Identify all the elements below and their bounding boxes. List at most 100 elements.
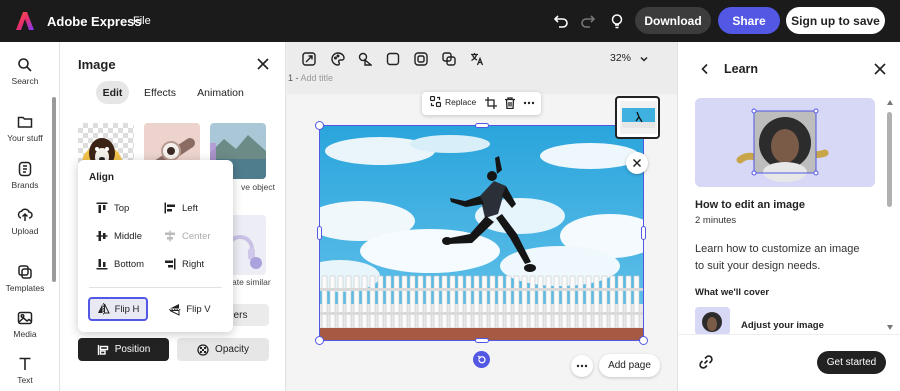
resize-handle-right[interactable]	[641, 226, 646, 240]
replace-label: Replace	[445, 96, 477, 107]
resize-handle-bottom[interactable]	[475, 338, 489, 343]
flip-vertical-icon	[169, 303, 182, 316]
align-middle-button[interactable]: Middle	[96, 228, 142, 244]
resize-icon[interactable]	[301, 51, 317, 67]
text-icon	[19, 357, 31, 370]
more-options-icon[interactable]	[571, 355, 593, 377]
lesson-hero-image	[695, 98, 875, 187]
lesson-description: Learn how to customize an image to suit …	[695, 243, 860, 272]
lightbulb-icon[interactable]	[607, 11, 627, 31]
align-top-icon	[96, 202, 108, 213]
close-icon[interactable]	[255, 56, 271, 72]
add-page-button[interactable]: Add page	[599, 354, 660, 377]
rail-item-upload[interactable]: Upload	[0, 207, 50, 236]
search-icon	[18, 58, 32, 72]
scroll-down-icon[interactable]	[887, 325, 893, 330]
align-right-icon	[165, 258, 176, 270]
link-icon[interactable]	[698, 354, 714, 370]
file-menu[interactable]: File	[133, 15, 151, 27]
align-center-button[interactable]: Center	[164, 228, 211, 244]
redo-icon[interactable]	[578, 11, 598, 31]
rail-item-text[interactable]: Text	[0, 356, 50, 385]
download-button[interactable]: Download	[635, 7, 711, 34]
adobe-express-logo[interactable]	[15, 11, 35, 31]
rail-label: Your stuff	[7, 133, 43, 143]
rail-label: Upload	[11, 226, 39, 236]
shapes-icon[interactable]	[357, 51, 373, 67]
learn-footer: Get started	[678, 334, 900, 391]
align-center-label: Center	[182, 230, 211, 242]
align-center-icon	[165, 230, 175, 242]
align-left-button[interactable]: Left	[164, 200, 198, 216]
media-icon	[17, 311, 33, 325]
align-right-button[interactable]: Right	[164, 256, 204, 272]
align-top-button[interactable]: Top	[96, 200, 129, 216]
thumb-label: ate similar	[232, 277, 271, 287]
lesson-title: How to edit an image	[695, 199, 806, 211]
page-thumbnail[interactable]	[615, 96, 660, 139]
more-options-icon[interactable]	[523, 97, 535, 112]
rail-item-templates[interactable]: Templates	[0, 264, 50, 293]
rail-item-search[interactable]: Search	[0, 57, 50, 86]
align-left-icon	[164, 202, 175, 214]
opacity-button[interactable]: Opacity	[177, 338, 269, 361]
align-title: Align	[89, 172, 114, 183]
resize-handle-top[interactable]	[475, 123, 489, 128]
translate-icon[interactable]	[469, 51, 485, 67]
chevron-left-icon[interactable]	[698, 62, 712, 76]
get-started-button[interactable]: Get started	[817, 351, 886, 374]
flip-h-label: Flip H	[114, 303, 140, 315]
rail-label: Templates	[5, 283, 45, 293]
templates-icon	[18, 265, 32, 279]
tab-animation[interactable]: Animation	[193, 81, 248, 104]
replace-button[interactable]: Replace	[430, 96, 476, 107]
square-icon[interactable]	[385, 51, 401, 67]
learn-title: Learn	[724, 62, 759, 76]
rotate-handle[interactable]	[473, 351, 490, 368]
align-top-label: Top	[114, 202, 130, 214]
rail-item-brands[interactable]: Brands	[0, 161, 50, 190]
tab-edit[interactable]: Edit	[96, 81, 129, 104]
frame-icon[interactable]	[413, 51, 429, 67]
undo-icon[interactable]	[551, 11, 571, 31]
crop-icon[interactable]	[485, 97, 497, 112]
position-button[interactable]: Position	[78, 338, 169, 361]
layers-icon[interactable]	[441, 51, 457, 67]
learn-scrollbar[interactable]	[887, 112, 892, 207]
rail-item-media[interactable]: Media	[0, 310, 50, 339]
palette-icon[interactable]	[330, 51, 346, 67]
replace-icon	[430, 96, 441, 107]
cover-item-thumbnail[interactable]	[695, 307, 730, 335]
flip-vertical-button[interactable]: Flip V	[160, 297, 220, 321]
tab-effects[interactable]: Effects	[140, 81, 180, 104]
position-icon	[97, 344, 108, 355]
canvas-photo[interactable]	[320, 126, 643, 340]
align-bottom-button[interactable]: Bottom	[96, 256, 144, 272]
share-button[interactable]: Share	[718, 7, 780, 34]
rail-item-your-stuff[interactable]: Your stuff	[0, 114, 50, 143]
page-number: 1 -	[288, 73, 299, 83]
signup-button[interactable]: Sign up to save	[786, 7, 885, 34]
left-rail: Search Your stuff Brands Upload Template…	[0, 42, 60, 391]
rotate-icon	[477, 354, 486, 363]
close-icon[interactable]	[626, 152, 648, 174]
chevron-down-icon[interactable]	[636, 51, 652, 67]
flip-horizontal-button[interactable]: Flip H	[88, 297, 148, 321]
canvas-area: 32% 1 - Add title Replace Add page	[287, 42, 677, 391]
resize-handle-bl[interactable]	[315, 336, 324, 345]
cover-item[interactable]: Adjust your image	[741, 320, 824, 331]
scroll-up-icon[interactable]	[887, 100, 893, 105]
image-quick-toolbar: Replace	[422, 92, 541, 115]
resize-handle-left[interactable]	[317, 226, 322, 240]
rail-scrollbar[interactable]	[52, 97, 56, 282]
align-bottom-label: Bottom	[114, 258, 145, 270]
close-icon[interactable]	[874, 63, 886, 75]
resize-handle-br[interactable]	[639, 336, 648, 345]
app-title: Adobe Express	[47, 14, 142, 29]
resize-handle-tl[interactable]	[315, 121, 324, 130]
canvas-toolbar: 32%	[287, 42, 677, 74]
page-title[interactable]: 1 - Add title	[288, 73, 333, 83]
zoom-level[interactable]: 32%	[610, 52, 631, 64]
delete-icon[interactable]	[504, 97, 516, 112]
learn-panel: Learn How to edit an image 2 minutes Lea…	[677, 42, 900, 391]
